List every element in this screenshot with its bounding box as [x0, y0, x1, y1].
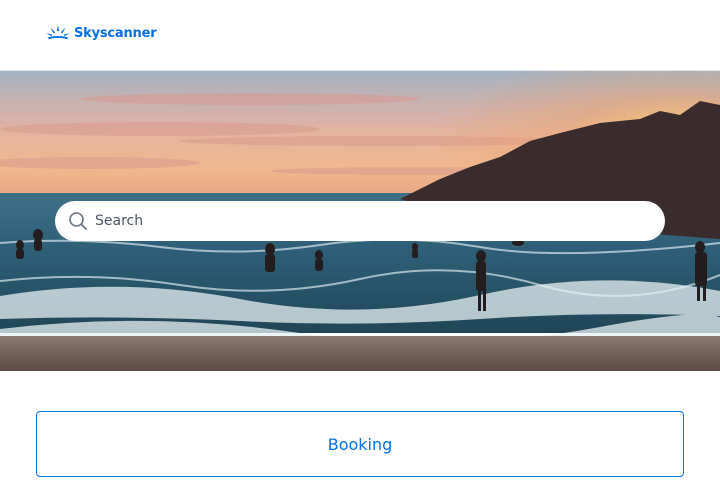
- search-icon: [69, 212, 87, 230]
- logo-text: Skyscanner: [74, 25, 157, 41]
- search-bar[interactable]: [55, 201, 665, 241]
- search-input[interactable]: [95, 201, 650, 241]
- skyscanner-logo[interactable]: Skyscanner: [46, 24, 157, 42]
- top-bar: Skyscanner: [0, 0, 720, 71]
- hero-banner: [0, 71, 720, 371]
- booking-button[interactable]: Booking: [36, 411, 684, 477]
- booking-button-label: Booking: [327, 434, 393, 454]
- sunrise-logo-icon: [46, 25, 70, 40]
